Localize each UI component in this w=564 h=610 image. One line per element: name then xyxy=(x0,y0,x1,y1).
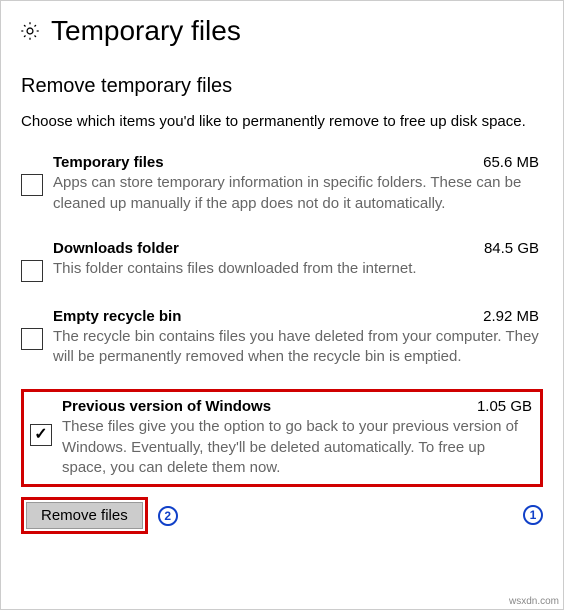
page-title: Temporary files xyxy=(51,15,241,47)
list-item: Temporary files 65.6 MB Apps can store t… xyxy=(21,150,543,218)
list-item-highlighted: Previous version of Windows 1.05 GB Thes… xyxy=(21,389,543,487)
gear-icon xyxy=(19,20,41,42)
highlight-box-button: Remove files xyxy=(21,497,148,534)
checkbox-downloads-folder[interactable] xyxy=(21,260,43,282)
checkbox-temporary-files[interactable] xyxy=(21,174,43,196)
list-item: Empty recycle bin 2.92 MB The recycle bi… xyxy=(21,304,543,372)
remove-files-button[interactable]: Remove files xyxy=(26,502,143,529)
section-intro: Choose which items you'd like to permane… xyxy=(21,112,543,132)
item-size: 2.92 MB xyxy=(483,308,539,325)
item-size: 1.05 GB xyxy=(477,398,532,415)
item-desc: These files give you the option to go ba… xyxy=(62,417,532,478)
annotation-one-icon: 1 xyxy=(523,505,543,525)
item-desc: Apps can store temporary information in … xyxy=(53,173,539,214)
item-title: Temporary files xyxy=(53,154,164,171)
item-size: 65.6 MB xyxy=(483,154,539,171)
item-desc: The recycle bin contains files you have … xyxy=(53,327,539,368)
item-title: Empty recycle bin xyxy=(53,308,181,325)
section-title: Remove temporary files xyxy=(21,75,543,98)
item-title: Downloads folder xyxy=(53,240,179,257)
annotation-two-icon: 2 xyxy=(158,506,178,526)
watermark-label: wsxdn.com xyxy=(509,596,559,607)
item-size: 84.5 GB xyxy=(484,240,539,257)
item-desc: This folder contains files downloaded fr… xyxy=(53,259,539,279)
item-title: Previous version of Windows xyxy=(62,398,271,415)
checkbox-previous-windows[interactable] xyxy=(30,424,52,446)
list-item: Downloads folder 84.5 GB This folder con… xyxy=(21,236,543,286)
checkbox-empty-recycle-bin[interactable] xyxy=(21,328,43,350)
